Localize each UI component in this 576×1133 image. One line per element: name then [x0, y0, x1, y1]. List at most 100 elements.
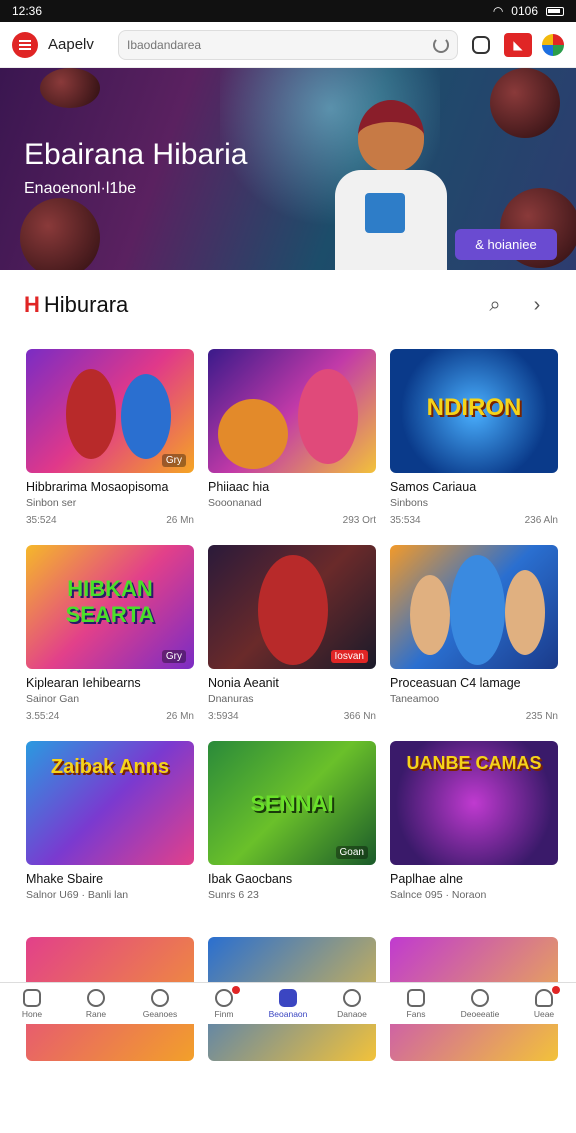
game-subtitle: Sinbon ser — [26, 497, 77, 509]
game-subtitle: Sainor Gan — [26, 693, 80, 705]
nav-label: Deoeeatie — [460, 1008, 500, 1019]
game-thumbnail: HIBKAN SEARTA Gry — [26, 545, 194, 669]
game-subtitle: Salnce 095 · Noraon — [390, 889, 487, 901]
game-card[interactable]: Gry Hibbrarima Mosaopisoma Sinbon ser 35… — [26, 349, 194, 545]
hero-character-illustration — [320, 88, 460, 270]
game-card[interactable]: Iosvan Nonia Aeanit Dnanuras 3:5934 366 N… — [208, 545, 376, 741]
refresh-icon — [215, 988, 233, 1007]
notification-button[interactable]: ◣ — [504, 32, 532, 57]
game-thumbnail: Gry — [26, 349, 194, 473]
top-bar: Aapelv ◣ — [0, 22, 576, 68]
game-card[interactable]: SENNAI Goan Ibak Gaocbans Sunrs 6 23 — [208, 741, 376, 937]
user-icon — [535, 988, 553, 1007]
game-badge: Iosvan — [330, 650, 368, 663]
menu-button[interactable] — [12, 31, 38, 58]
nav-label: Hone — [21, 1008, 43, 1019]
profile-icon[interactable] — [542, 33, 564, 56]
game-thumbnail: Iosvan — [208, 545, 376, 669]
game-card-partial[interactable] — [26, 937, 194, 1133]
game-meta: 293 Ort — [208, 515, 376, 526]
game-title: Nonia Aeanit — [208, 676, 279, 690]
game-art-text: HIBKAN SEARTA — [65, 576, 155, 627]
nav-item-media[interactable]: Fans — [386, 988, 446, 1019]
status-battery-text: 0106 — [511, 4, 538, 18]
reload-icon[interactable] — [433, 36, 449, 53]
game-thumbnail: Zaibak Anns — [26, 741, 194, 865]
game-size: 366 Nn — [343, 711, 376, 722]
nav-item-home[interactable]: Hone — [2, 988, 62, 1019]
clock-icon — [343, 988, 361, 1007]
game-date: 3:5934 — [208, 711, 239, 722]
game-art-text: SENNAI — [250, 790, 334, 816]
nav-item-location[interactable]: Deoeeatie — [450, 988, 510, 1019]
nav-label: Rane — [85, 1008, 107, 1019]
game-subtitle: Salnor U69 · Banli lan — [26, 889, 129, 901]
notification-dot — [552, 985, 560, 994]
game-date: 35:524 — [26, 515, 57, 526]
game-card[interactable]: Zaibak Anns Mhake Sbaire Salnor U69 · Ba… — [26, 741, 194, 937]
nav-label: Danaoe — [337, 1008, 367, 1019]
hero-ball-decoration — [40, 68, 100, 108]
game-card[interactable]: Proceasuan C4 lamage Taneamoo 235 Nn — [390, 545, 558, 741]
wifi-icon: ◠ — [492, 4, 504, 18]
game-subtitle: Sooonanad — [208, 497, 262, 509]
game-title: Mhake Sbaire — [26, 872, 104, 886]
game-card[interactable]: Phiiaac hia Sooonanad 293 Ort — [208, 349, 376, 545]
nav-item-user[interactable]: Ueae — [514, 985, 574, 1019]
game-subtitle: Sunrs 6 23 — [208, 889, 259, 901]
game-thumbnail: UANBE CAMAS — [390, 741, 558, 865]
hero-ball-decoration — [20, 198, 100, 270]
gamepad-icon — [279, 988, 297, 1007]
tab-switcher-button[interactable] — [468, 32, 494, 58]
game-thumbnail — [390, 545, 558, 669]
game-title: Samos Cariaua — [390, 480, 477, 494]
game-card-partial[interactable] — [390, 937, 558, 1133]
game-meta: 35:524 26 Mn — [26, 515, 194, 526]
search-input[interactable] — [127, 37, 327, 52]
nav-item-active[interactable]: Beoanaon — [258, 988, 318, 1019]
home-icon — [23, 988, 41, 1007]
hero-cta-button[interactable]: & hoianiee — [455, 229, 557, 260]
nav-item-clock[interactable]: Danaoe — [322, 988, 382, 1019]
search-bar[interactable] — [118, 29, 458, 60]
game-subtitle: Taneamoo — [390, 693, 440, 705]
game-title: Proceasuan C4 lamage — [390, 676, 521, 690]
hero-banner[interactable]: Ebairana Hibaria Enaoenonl·l1be & hoiani… — [0, 68, 576, 270]
game-title: Kiplearan Iehibearns — [26, 676, 141, 690]
chevron-right-icon[interactable]: › — [522, 290, 552, 320]
game-title: Ibak Gaocbans — [208, 872, 293, 886]
section-header: H Hiburara ⌕ › — [0, 270, 576, 340]
search-icon[interactable]: ⌕ — [480, 290, 510, 320]
nav-item-rank[interactable]: Rane — [66, 988, 126, 1019]
game-thumbnail — [208, 349, 376, 473]
game-meta: 35:534 236 Aln — [390, 515, 558, 526]
hero-subtitle: Enaoenonl·l1be — [24, 180, 137, 197]
game-card[interactable]: UANBE CAMAS Paplhae alne Salnce 095 · No… — [390, 741, 558, 937]
nav-label: Beoanaon — [268, 1008, 308, 1019]
hero-title: Ebairana Hibaria — [24, 138, 248, 171]
game-art-text: Zaibak Anns — [50, 755, 170, 778]
game-card[interactable]: NDIRON Samos Cariaua Sinbons 35:534 236 A… — [390, 349, 558, 545]
game-size: 236 Aln — [524, 515, 558, 526]
hero-ball-decoration — [490, 68, 560, 138]
game-size: 26 Mn — [166, 711, 194, 722]
game-subtitle: Dnanuras — [208, 693, 254, 705]
game-card-partial[interactable] — [208, 937, 376, 1133]
nav-label: Geanoes — [142, 1008, 178, 1019]
globe-icon — [87, 988, 105, 1007]
app-brand: Aapelv — [48, 36, 94, 53]
game-art-text: UANBE CAMAS — [406, 753, 542, 774]
game-card[interactable]: HIBKAN SEARTA Gry Kiplearan Iehibearns S… — [26, 545, 194, 741]
section-title: Hiburara — [43, 292, 129, 317]
nav-label: Fans — [406, 1008, 426, 1019]
bottom-navigation: Hone Rane Geanoes Finm Beoanaon Danaoe F… — [0, 982, 576, 1024]
notification-dot — [232, 985, 240, 994]
nav-item-search[interactable]: Geanoes — [130, 988, 190, 1019]
nav-item-activity[interactable]: Finm — [194, 985, 254, 1019]
game-date: 3.55:24 — [26, 711, 60, 722]
game-thumbnail: NDIRON — [390, 349, 558, 473]
battery-icon — [546, 6, 564, 16]
status-bar: 12:36 ◠ 0106 — [0, 0, 576, 22]
game-size: 235 Nn — [525, 711, 558, 722]
search-icon — [151, 988, 169, 1007]
